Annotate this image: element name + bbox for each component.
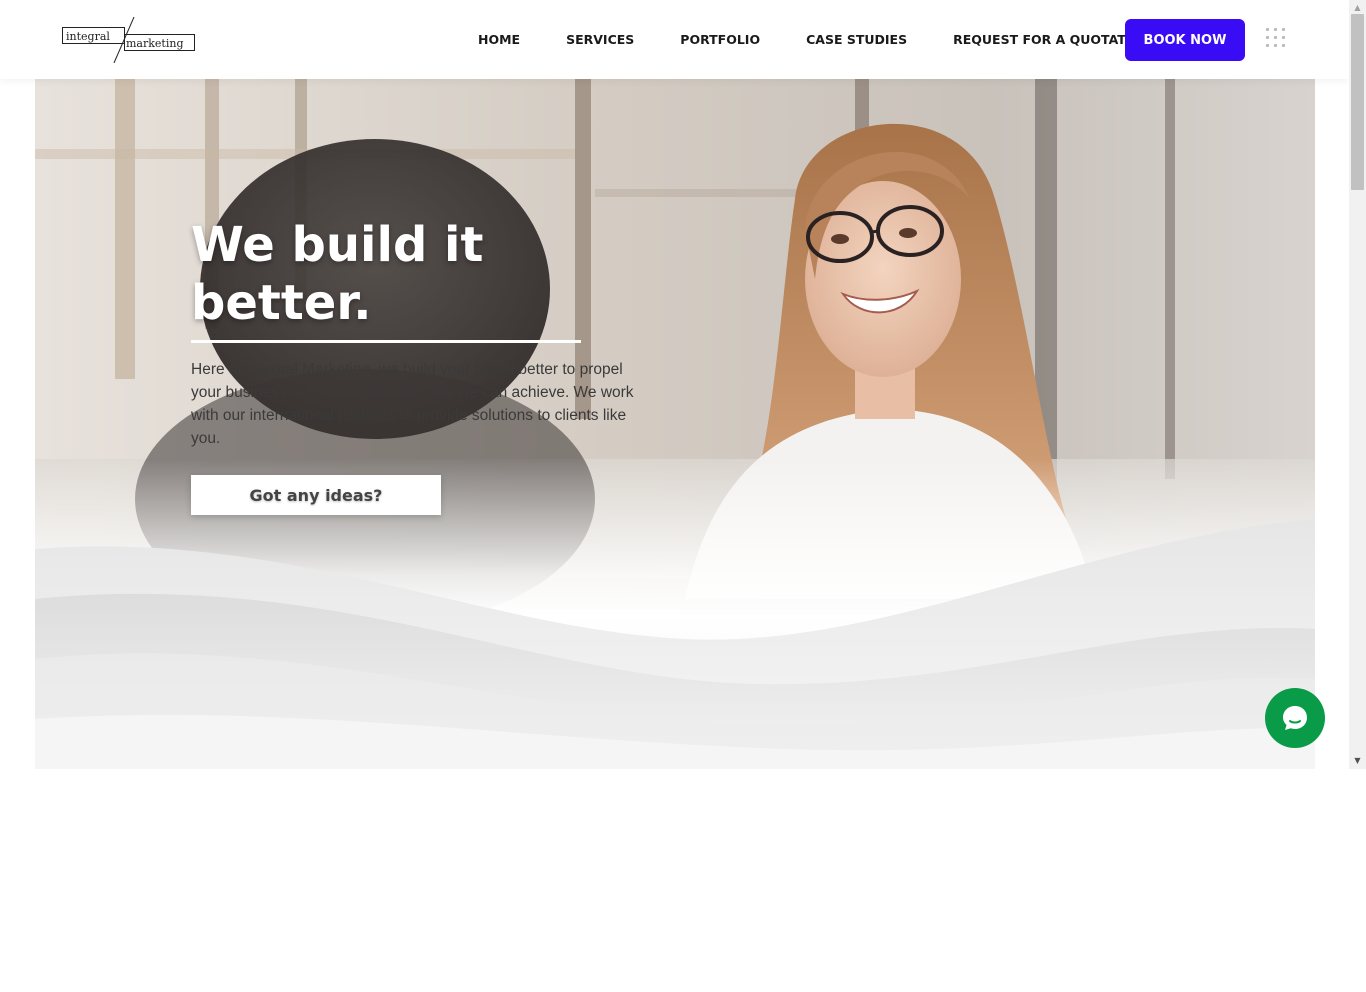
- chat-bubble-icon: [1283, 706, 1307, 730]
- nav-services[interactable]: SERVICES: [566, 32, 634, 47]
- book-now-button[interactable]: BOOK NOW: [1125, 19, 1245, 61]
- nav-home[interactable]: HOME: [478, 32, 520, 47]
- got-any-ideas-button[interactable]: Got any ideas?: [191, 475, 441, 515]
- page-scrollbar[interactable]: ▲ ▼: [1349, 0, 1366, 769]
- logo-word-1: integral: [66, 30, 110, 43]
- site-header: integral marketing HOME SERVICES PORTFOL…: [0, 0, 1349, 79]
- hero-wave-decoration: [35, 519, 1315, 769]
- logo-word-2: marketing: [126, 37, 184, 50]
- hero-title: We build it better.: [191, 217, 484, 331]
- chat-widget-button[interactable]: [1265, 688, 1325, 748]
- nav-portfolio[interactable]: PORTFOLIO: [680, 32, 760, 47]
- site-logo[interactable]: integral marketing: [62, 17, 196, 63]
- scroll-down-arrow-icon[interactable]: ▼: [1349, 753, 1366, 767]
- nav-request-quotation[interactable]: REQUEST FOR A QUOTATION: [953, 32, 1151, 47]
- main-nav: HOME SERVICES PORTFOLIO CASE STUDIES REQ…: [455, 0, 1175, 79]
- hero-description: Here at Integral Marketing, we build you…: [191, 361, 634, 447]
- scroll-up-arrow-icon[interactable]: ▲: [1349, 0, 1366, 14]
- hero-title-underline: [191, 340, 581, 343]
- nav-case-studies[interactable]: CASE STUDIES: [806, 32, 907, 47]
- grid-dots-icon[interactable]: [1266, 28, 1288, 50]
- hero-section: We build it better. Here at Integral Mar…: [35, 79, 1315, 769]
- scrollbar-thumb[interactable]: [1351, 14, 1364, 190]
